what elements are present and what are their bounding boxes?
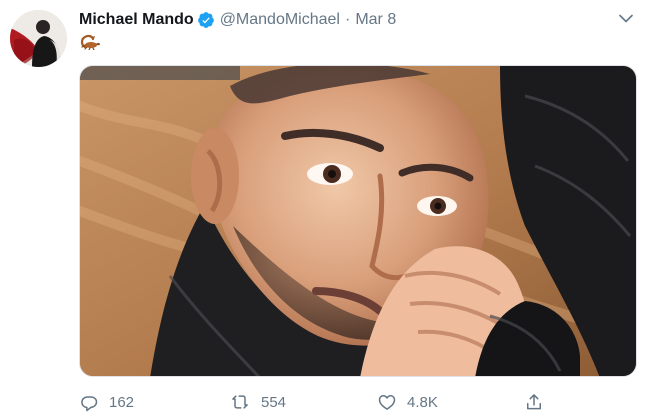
tweet-date[interactable]: Mar 8 <box>355 10 396 30</box>
retweet-icon <box>229 392 251 412</box>
tweet-card[interactable]: Michael Mando @MandoMichael · Mar 8 162 … <box>0 0 648 419</box>
tweet-header: Michael Mando @MandoMichael · Mar 8 <box>79 9 396 31</box>
like-icon <box>377 392 397 412</box>
reply-count: 162 <box>109 393 135 411</box>
like-button[interactable]: 4.8K <box>377 389 438 415</box>
share-icon <box>524 392 544 412</box>
author-display-name[interactable]: Michael Mando <box>79 10 194 30</box>
reply-icon <box>79 392 99 412</box>
like-count: 4.8K <box>407 393 438 411</box>
avatar[interactable] <box>10 10 67 67</box>
tweet-photo[interactable] <box>79 65 637 377</box>
reply-button[interactable]: 162 <box>79 389 134 415</box>
chevron-down-icon[interactable] <box>618 11 634 25</box>
share-button[interactable] <box>524 389 544 415</box>
retweet-count: 554 <box>261 393 287 411</box>
retweet-button[interactable]: 554 <box>229 389 286 415</box>
scorpion-emoji-icon <box>79 32 109 54</box>
verified-badge-icon <box>197 11 215 29</box>
tweet-actions: 162 554 4.8K <box>79 389 559 415</box>
header-separator: · <box>344 11 351 28</box>
author-handle[interactable]: @MandoMichael <box>220 10 340 30</box>
